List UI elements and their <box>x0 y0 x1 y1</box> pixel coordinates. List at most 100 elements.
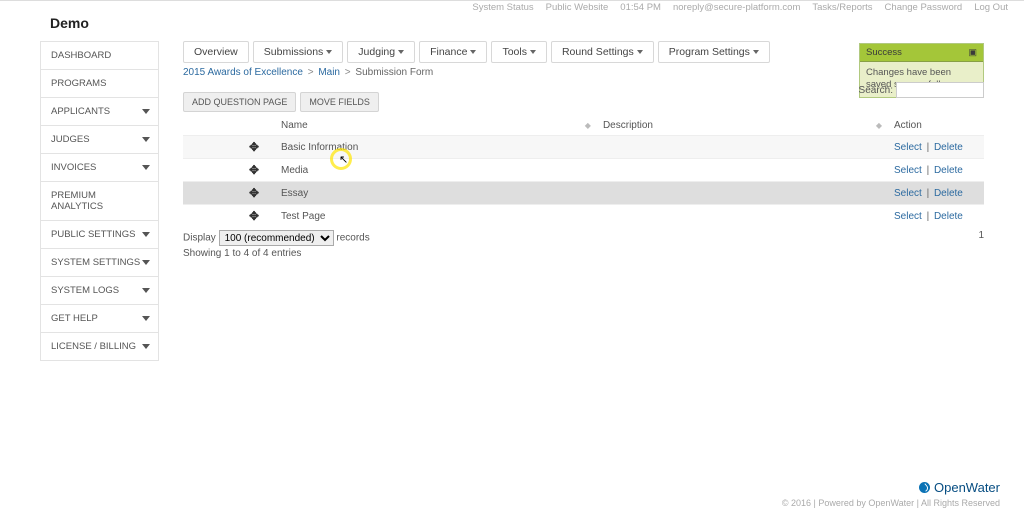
add-question-page-button[interactable]: ADD QUESTION PAGE <box>183 92 296 112</box>
chevron-down-icon <box>398 50 404 54</box>
tab-finance[interactable]: Finance <box>419 41 487 63</box>
search-label: Search: <box>859 85 893 96</box>
chevron-down-icon <box>142 232 150 237</box>
header-link[interactable]: Public Website <box>546 2 609 13</box>
move-icon[interactable]: ✥ <box>249 186 259 200</box>
move-fields-button[interactable]: MOVE FIELDS <box>300 92 379 112</box>
table-row[interactable]: ✥EssaySelect | Delete <box>183 182 984 205</box>
footer: OpenWater © 2016 | Powered by OpenWater … <box>0 480 1024 508</box>
row-name: Essay <box>275 182 597 205</box>
display-select[interactable]: 100 (recommended) <box>219 230 334 246</box>
table-row[interactable]: ✥MediaSelect | Delete <box>183 159 984 182</box>
delete-link[interactable]: Delete <box>934 142 963 153</box>
breadcrumb-program[interactable]: 2015 Awards of Excellence <box>183 67 303 78</box>
table-row[interactable]: ✥Test PageSelect | Delete <box>183 205 984 228</box>
chevron-down-icon <box>142 260 150 265</box>
row-name: Basic Information <box>275 136 597 159</box>
chevron-down-icon <box>142 288 150 293</box>
search-input[interactable] <box>896 82 984 98</box>
move-icon[interactable]: ✥ <box>249 163 259 177</box>
display-pre: Display <box>183 233 216 244</box>
header-link[interactable]: Log Out <box>974 2 1008 13</box>
pages-table-body: ✥Basic InformationSelect | Delete✥MediaS… <box>183 136 984 228</box>
delete-link[interactable]: Delete <box>934 188 963 199</box>
sidebar: DASHBOARD PROGRAMS APPLICANTS JUDGES INVOICE… <box>40 41 159 361</box>
chevron-down-icon <box>142 316 150 321</box>
header-link[interactable]: Tasks/Reports <box>812 2 872 13</box>
showing-text: Showing 1 to 4 of 4 entries <box>183 248 984 259</box>
sidebar-item-applicants[interactable]: APPLICANTS <box>41 97 158 125</box>
select-link[interactable]: Select <box>894 211 922 222</box>
row-description <box>597 182 888 205</box>
row-description <box>597 205 888 228</box>
tab-round-settings[interactable]: Round Settings <box>551 41 654 63</box>
chevron-down-icon <box>637 50 643 54</box>
tab-tools[interactable]: Tools <box>491 41 547 63</box>
tab-judging[interactable]: Judging <box>347 41 415 63</box>
sidebar-item-premium-analytics[interactable]: PREMIUM ANALYTICS <box>41 181 158 220</box>
sidebar-item-label: PREMIUM ANALYTICS <box>51 190 150 212</box>
sort-icon: ◆ <box>583 121 591 130</box>
openwater-logo-icon <box>919 482 930 493</box>
column-description[interactable]: Description <box>597 116 868 136</box>
column-name[interactable]: Name <box>275 116 577 136</box>
sidebar-item-invoices[interactable]: INVOICES <box>41 153 158 181</box>
breadcrumb-main[interactable]: Main <box>318 67 340 78</box>
chevron-down-icon <box>753 50 759 54</box>
sidebar-item-label: DASHBOARD <box>51 50 111 61</box>
delete-link[interactable]: Delete <box>934 165 963 176</box>
table-row[interactable]: ✥Basic InformationSelect | Delete <box>183 136 984 159</box>
row-name: Media <box>275 159 597 182</box>
header-link[interactable]: 01:54 PM <box>620 2 661 13</box>
notification-title: Success <box>866 47 902 58</box>
column-action: Action <box>888 116 984 136</box>
tab-overview[interactable]: Overview <box>183 41 249 63</box>
sidebar-item-label: JUDGES <box>51 134 90 145</box>
top-header: System Status Public Website 01:54 PM norep… <box>460 2 1008 13</box>
sidebar-item-label: SYSTEM LOGS <box>51 285 119 296</box>
move-icon[interactable]: ✥ <box>249 140 259 154</box>
delete-link[interactable]: Delete <box>934 211 963 222</box>
sidebar-item-public-settings[interactable]: PUBLIC SETTINGS <box>41 220 158 248</box>
pages-table: Name ◆ Description ◆ Action ✥ Basic Infor… <box>183 116 984 227</box>
sidebar-item-system-logs[interactable]: SYSTEM LOGS <box>41 276 158 304</box>
breadcrumb-current: Submission Form <box>355 67 433 78</box>
move-icon[interactable]: ✥ <box>249 209 259 223</box>
notification-close-icon[interactable]: ▣ <box>968 47 977 58</box>
select-link[interactable]: Select <box>894 188 922 199</box>
chevron-down-icon <box>470 50 476 54</box>
row-description <box>597 159 888 182</box>
sidebar-item-label: INVOICES <box>51 162 96 173</box>
footer-copyright: © 2016 | Powered by OpenWater | All Righ… <box>0 498 1000 508</box>
sidebar-item-label: GET HELP <box>51 313 98 324</box>
page-number: 1 <box>978 230 984 241</box>
sidebar-item-label: LICENSE / BILLING <box>51 341 136 352</box>
sidebar-item-label: SYSTEM SETTINGS <box>51 257 140 268</box>
sidebar-item-judges[interactable]: JUDGES <box>41 125 158 153</box>
chevron-down-icon <box>326 50 332 54</box>
sidebar-item-get-help[interactable]: GET HELP <box>41 304 158 332</box>
select-link[interactable]: Select <box>894 142 922 153</box>
select-link[interactable]: Select <box>894 165 922 176</box>
sidebar-item-license-billing[interactable]: LICENSE / BILLING <box>41 332 158 360</box>
chevron-down-icon <box>530 50 536 54</box>
sidebar-item-programs[interactable]: PROGRAMS <box>41 69 158 97</box>
row-name: Test Page <box>275 205 597 228</box>
header-link[interactable]: Change Password <box>885 2 963 13</box>
display-post: records <box>336 233 369 244</box>
sidebar-item-label: PUBLIC SETTINGS <box>51 229 135 240</box>
chevron-down-icon <box>142 165 150 170</box>
sidebar-item-label: APPLICANTS <box>51 106 110 117</box>
chevron-down-icon <box>142 344 150 349</box>
header-link[interactable]: System Status <box>472 2 533 13</box>
tab-submissions[interactable]: Submissions <box>253 41 344 63</box>
footer-brand: OpenWater <box>934 480 1000 495</box>
sidebar-item-dashboard[interactable]: DASHBOARD <box>41 41 158 69</box>
chevron-down-icon <box>142 109 150 114</box>
sidebar-item-system-settings[interactable]: SYSTEM SETTINGS <box>41 248 158 276</box>
tab-program-settings[interactable]: Program Settings <box>658 41 770 63</box>
header-link[interactable]: noreply@secure-platform.com <box>673 2 800 13</box>
chevron-down-icon <box>142 137 150 142</box>
sidebar-item-label: PROGRAMS <box>51 78 106 89</box>
sort-icon: ◆ <box>874 121 882 130</box>
